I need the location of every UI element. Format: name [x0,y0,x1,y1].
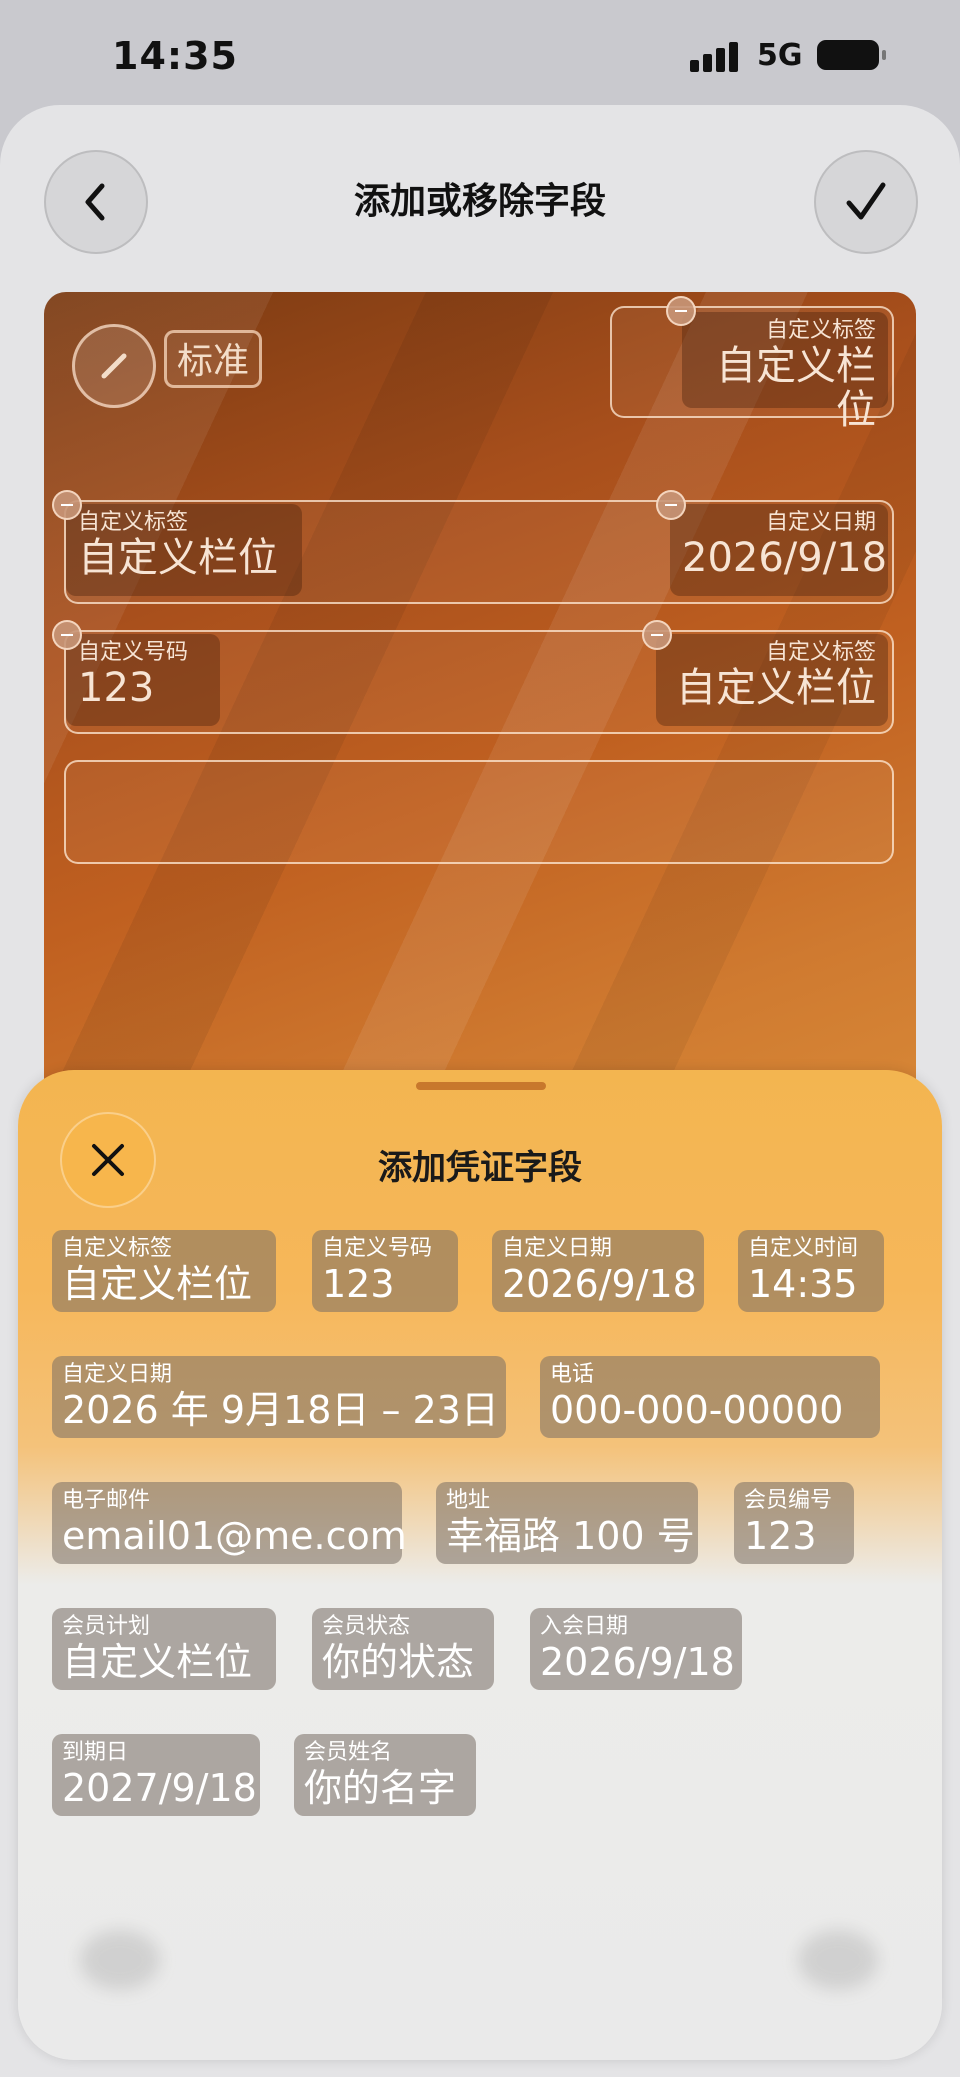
field-chip-address[interactable]: 地址 幸福路 100 号 [436,1482,698,1564]
chip-label: 入会日期 [540,1614,629,1639]
field-chip-custom-time[interactable]: 自定义时间 14:35 [738,1230,884,1312]
sheet-grabber[interactable] [416,1082,546,1090]
checkmark-icon [846,182,886,220]
field-value: 2026/9/18 [682,535,888,581]
remove-field-icon[interactable] [52,490,82,520]
cellular-signal-icon [690,40,742,72]
field-chip-join-date[interactable]: 入会日期 2026/9/18 [530,1608,742,1690]
field-chip-email[interactable]: 电子邮件 email01@me.com [52,1482,407,1564]
chip-value: 123 [744,1514,817,1558]
chip-value: 2026/9/18 [540,1640,735,1684]
field-value: 123 [78,665,155,711]
edit-style-button[interactable] [72,324,156,408]
page-title: 添加或移除字段 [353,181,606,222]
battery-icon [817,40,886,70]
chip-label: 电子邮件 [62,1488,151,1513]
network-type: 5G [757,38,803,73]
chip-label: 到期日 [62,1740,129,1765]
remove-field-icon[interactable] [642,620,672,650]
chevron-left-icon [85,183,105,221]
field-chip-phone[interactable]: 电话 000-000-00000 [540,1356,880,1438]
card-field-row1-left[interactable]: 自定义标签 自定义栏位 [66,504,302,596]
card-field-empty-slot[interactable] [64,760,894,864]
chip-label: 会员编号 [744,1488,833,1513]
field-chip-custom-label[interactable]: 自定义标签 自定义栏位 [52,1230,276,1312]
field-chip-member-status[interactable]: 会员状态 你的状态 [312,1608,494,1690]
chip-value: 123 [322,1262,395,1306]
chip-label: 会员计划 [62,1614,151,1639]
field-chip-custom-number[interactable]: 自定义号码 123 [312,1230,458,1312]
field-value: 自定义栏位 [78,535,278,581]
pencil-icon [101,353,127,379]
chip-value: 幸福路 100 号 [446,1514,695,1558]
field-chip-expiry-date[interactable]: 到期日 2027/9/18 [52,1734,260,1816]
remove-field-icon[interactable] [656,490,686,520]
chip-value: 你的名字 [304,1766,457,1810]
chip-label: 电话 [550,1362,595,1387]
card-field-row2-right[interactable]: 自定义标签 自定义栏位 [656,634,888,726]
chip-label: 自定义日期 [62,1362,173,1387]
field-value: 自定义栏位 [676,665,876,711]
card-field-top-right[interactable]: 自定义标签 自定义栏位 [682,312,888,432]
chip-value: 你的状态 [322,1640,475,1684]
corner-shadow-decoration [80,1930,160,1990]
chip-label: 地址 [446,1488,491,1513]
chip-value: 2027/9/18 [62,1766,257,1810]
field-chip-custom-date[interactable]: 自定义日期 2026/9/18 [492,1230,704,1312]
status-bar: 14:35 5G [0,0,960,110]
chip-value: 2026/9/18 [502,1262,697,1306]
field-chip-custom-date-range[interactable]: 自定义日期 2026 年 9月18日 – 23日 [52,1356,506,1438]
field-label: 自定义日期 [765,510,876,535]
chip-label: 自定义时间 [748,1236,859,1261]
field-label: 自定义标签 [765,318,876,343]
chip-value: email01@me.com [62,1514,407,1558]
corner-shadow-decoration [798,1930,878,1990]
field-label: 自定义标签 [765,640,876,665]
card-field-row2-left[interactable]: 自定义号码 123 [66,634,220,726]
chip-label: 自定义日期 [502,1236,613,1261]
card-field-row1-right[interactable]: 自定义日期 2026/9/18 [670,504,888,596]
chip-value: 2026 年 9月18日 – 23日 [62,1388,499,1432]
chip-value: 自定义栏位 [62,1640,253,1684]
field-chip-member-number[interactable]: 会员编号 123 [734,1482,854,1564]
field-value: 自定义栏位 [716,343,876,433]
field-label: 自定义号码 [78,640,189,665]
back-button[interactable] [44,150,148,254]
chip-label: 自定义标签 [62,1236,173,1261]
field-chip-member-plan[interactable]: 会员计划 自定义栏位 [52,1608,276,1690]
chip-value: 自定义栏位 [62,1262,253,1306]
panel-title: 添加凭证字段 [378,1148,582,1188]
chip-value: 14:35 [748,1262,858,1306]
confirm-button[interactable] [814,150,918,254]
remove-field-icon[interactable] [666,296,696,326]
chip-label: 会员姓名 [304,1740,393,1765]
chip-label: 自定义号码 [322,1236,433,1261]
chip-value: 000-000-00000 [550,1388,844,1432]
pass-card-preview: 标准 自定义标签 自定义栏位 自定义标签 自定义栏位 自定义日期 2026/9/… [44,292,916,1152]
status-time: 14:35 [112,34,238,78]
chip-label: 会员状态 [322,1614,411,1639]
close-button[interactable] [60,1112,156,1208]
field-label: 自定义标签 [78,510,189,535]
style-badge[interactable]: 标准 [164,330,263,388]
field-chip-member-name[interactable]: 会员姓名 你的名字 [294,1734,476,1816]
close-icon [92,1144,124,1176]
remove-field-icon[interactable] [52,620,82,650]
add-pass-fields-panel: 添加凭证字段 自定义标签 自定义栏位 自定义号码 123 自定义日期 2026/… [18,1070,942,2060]
